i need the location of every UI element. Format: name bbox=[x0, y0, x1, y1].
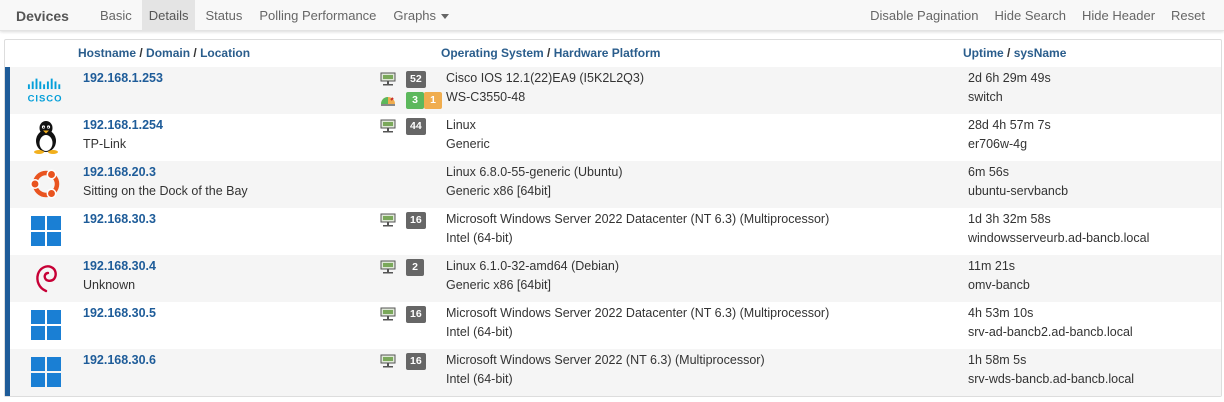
header-hostname-domain-location: Hostname / Domain / Location bbox=[78, 46, 251, 60]
tab-status[interactable]: Status bbox=[198, 0, 249, 31]
sysname: switch bbox=[968, 90, 1003, 104]
ports-count-badge[interactable]: 44 bbox=[406, 118, 426, 135]
windows-logo bbox=[27, 306, 65, 344]
port-sensor-badges: 16 bbox=[377, 305, 437, 345]
uptime: 11m 21s bbox=[968, 259, 1016, 273]
sysname: omv-bancb bbox=[968, 278, 1030, 292]
ports-count-badge[interactable]: 2 bbox=[406, 259, 424, 276]
top-navbar: Devices Basic Details Status Polling Per… bbox=[0, 0, 1224, 31]
windows-logo bbox=[27, 212, 65, 250]
hostname-link[interactable]: 192.168.30.5 bbox=[83, 304, 156, 323]
table-row[interactable]: CISCO 192.168.1.253 52 3 1 Cisco IOS 12.… bbox=[5, 67, 1221, 114]
sysname: ubuntu-servbancb bbox=[968, 184, 1069, 198]
ports-icon bbox=[380, 354, 396, 368]
table-row[interactable]: 192.168.30.6 16 Microsoft Windows Server… bbox=[5, 349, 1221, 396]
ports-count-badge[interactable]: 16 bbox=[406, 306, 426, 323]
sysname: er706w-4g bbox=[968, 137, 1028, 151]
tab-basic[interactable]: Basic bbox=[93, 0, 139, 31]
operating-system: Microsoft Windows Server 2022 (NT 6.3) (… bbox=[446, 353, 765, 367]
sensors-warn-badge[interactable]: 1 bbox=[424, 92, 442, 109]
ports-icon bbox=[380, 72, 396, 86]
operating-system: Linux bbox=[446, 118, 476, 132]
uptime: 28d 4h 57m 7s bbox=[968, 118, 1051, 132]
table-row[interactable]: 192.168.20.3 Sitting on the Dock of the … bbox=[5, 161, 1221, 208]
operating-system: Microsoft Windows Server 2022 Datacenter… bbox=[446, 306, 830, 320]
location: Unknown bbox=[83, 278, 136, 292]
tab-graphs-label: Graphs bbox=[393, 8, 437, 23]
hostname-link[interactable]: 192.168.30.3 bbox=[83, 210, 156, 229]
hostname-link[interactable]: 192.168.30.4 bbox=[83, 257, 156, 276]
operating-system: Cisco IOS 12.1(22)EA9 (I5K2L2Q3) bbox=[446, 71, 645, 85]
hostname-link[interactable]: 192.168.1.254 bbox=[83, 116, 163, 135]
sysname: srv-ad-bancb2.ad-bancb.local bbox=[968, 325, 1133, 339]
header-os-hardware: Operating System / Hardware Platform bbox=[441, 46, 661, 60]
sort-os[interactable]: Operating System bbox=[441, 46, 544, 60]
health-sensors-icon bbox=[381, 97, 395, 106]
linux-tux-logo bbox=[27, 118, 65, 156]
sysname: srv-wds-bancb.ad-bancb.local bbox=[968, 372, 1135, 386]
header-uptime-sysname: Uptime / sysName bbox=[963, 46, 1067, 60]
sort-location[interactable]: Location bbox=[200, 46, 250, 60]
reset-link[interactable]: Reset bbox=[1164, 0, 1212, 31]
tab-details[interactable]: Details bbox=[141, 0, 196, 31]
location: TP-Link bbox=[83, 137, 127, 151]
ports-count-badge[interactable]: 16 bbox=[406, 353, 426, 370]
cisco-logo: CISCO bbox=[27, 71, 65, 109]
uptime: 4h 53m 10s bbox=[968, 306, 1034, 320]
chevron-down-icon bbox=[441, 14, 450, 20]
table-row[interactable]: 192.168.30.4 Unknown 2 Linux 6.1.0-32-am… bbox=[5, 255, 1221, 302]
operating-system: Microsoft Windows Server 2022 Datacenter… bbox=[446, 212, 830, 226]
table-row[interactable]: 192.168.30.3 16 Microsoft Windows Server… bbox=[5, 208, 1221, 255]
hardware-platform: Generic x86 [64bit] bbox=[446, 184, 551, 198]
disable-pagination-link[interactable]: Disable Pagination bbox=[863, 0, 985, 31]
windows-logo bbox=[27, 353, 65, 391]
table-row[interactable]: 192.168.30.5 16 Microsoft Windows Server… bbox=[5, 302, 1221, 349]
operating-system: Linux 6.1.0-32-amd64 (Debian) bbox=[446, 259, 620, 273]
ports-count-badge[interactable]: 16 bbox=[406, 212, 426, 229]
port-sensor-badges: 52 3 1 bbox=[377, 70, 442, 110]
port-sensor-badges: 44 bbox=[377, 117, 437, 157]
sort-sysname[interactable]: sysName bbox=[1014, 46, 1067, 60]
hardware-platform: Intel (64-bit) bbox=[446, 325, 513, 339]
ports-icon bbox=[380, 260, 396, 274]
debian-logo bbox=[27, 259, 65, 297]
ports-icon bbox=[380, 213, 396, 227]
tab-polling-performance[interactable]: Polling Performance bbox=[252, 0, 383, 31]
port-sensor-badges: 16 bbox=[377, 352, 437, 392]
port-sensor-badges: 16 bbox=[377, 211, 437, 251]
hardware-platform: Intel (64-bit) bbox=[446, 372, 513, 386]
hostname-link[interactable]: 192.168.30.6 bbox=[83, 351, 156, 370]
ports-count-badge[interactable]: 52 bbox=[406, 71, 426, 88]
table-row[interactable]: 192.168.1.254 TP-Link 44 Linux Generic 2… bbox=[5, 114, 1221, 161]
sort-domain[interactable]: Domain bbox=[146, 46, 190, 60]
hardware-platform: Generic bbox=[446, 137, 490, 151]
hostname-link[interactable]: 192.168.20.3 bbox=[83, 163, 156, 182]
sort-hardware[interactable]: Hardware Platform bbox=[554, 46, 661, 60]
ports-icon bbox=[380, 119, 396, 133]
uptime: 1d 3h 32m 58s bbox=[968, 212, 1051, 226]
sensors-ok-badge[interactable]: 3 bbox=[406, 92, 424, 109]
uptime: 1h 58m 5s bbox=[968, 353, 1027, 367]
tab-graphs-dropdown[interactable]: Graphs bbox=[386, 0, 456, 31]
uptime: 2d 6h 29m 49s bbox=[968, 71, 1051, 85]
port-sensor-badges: 2 bbox=[377, 258, 437, 298]
sysname: windowsserveurb.ad-bancb.local bbox=[968, 231, 1150, 245]
hardware-platform: Generic x86 [64bit] bbox=[446, 278, 551, 292]
uptime: 6m 56s bbox=[968, 165, 1009, 179]
page-title: Devices bbox=[16, 7, 69, 24]
operating-system: Linux 6.8.0-55-generic (Ubuntu) bbox=[446, 165, 623, 179]
location: Sitting on the Dock of the Bay bbox=[83, 184, 248, 198]
sort-hostname[interactable]: Hostname bbox=[78, 46, 136, 60]
hardware-platform: Intel (64-bit) bbox=[446, 231, 513, 245]
devices-table: Hostname / Domain / Location Operating S… bbox=[4, 39, 1222, 397]
hide-search-link[interactable]: Hide Search bbox=[987, 0, 1073, 31]
svg-text:CISCO: CISCO bbox=[28, 93, 63, 104]
ubuntu-logo bbox=[27, 165, 65, 203]
hostname-link[interactable]: 192.168.1.253 bbox=[83, 69, 163, 88]
sort-uptime[interactable]: Uptime bbox=[963, 46, 1004, 60]
hide-header-link[interactable]: Hide Header bbox=[1075, 0, 1162, 31]
hardware-platform: WS-C3550-48 bbox=[446, 90, 526, 104]
ports-icon bbox=[380, 307, 396, 321]
